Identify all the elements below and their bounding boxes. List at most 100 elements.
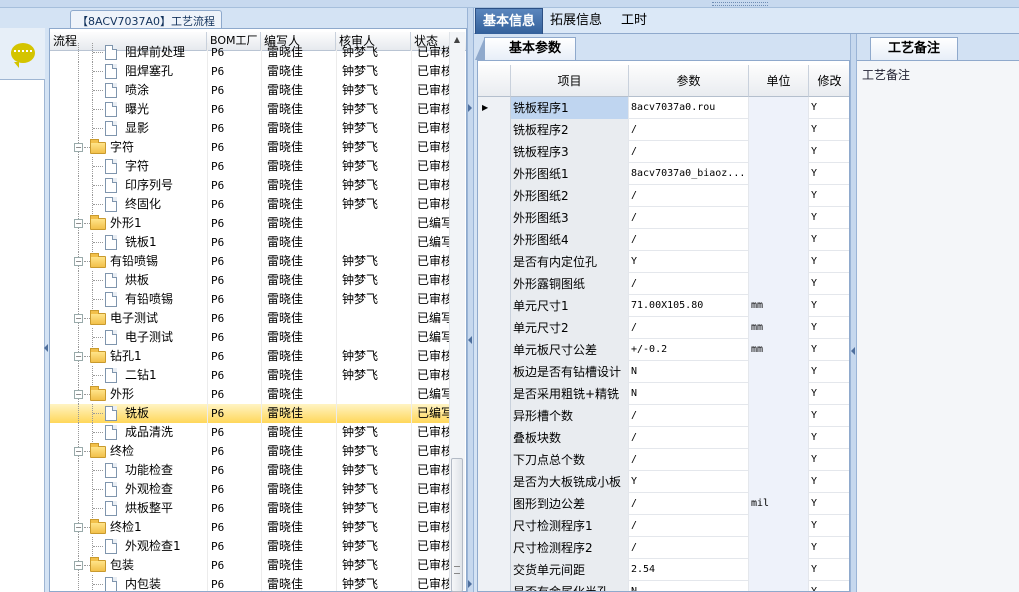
param-unit-cell[interactable] [749,141,809,163]
param-row[interactable]: 是否有金属化半孔 N Y [478,581,849,591]
tree-row[interactable]: 印序列号 P6 雷晓佳 钟梦飞 已审核 [50,176,450,195]
row-selector[interactable] [478,537,511,559]
param-value-cell[interactable]: / [629,317,749,339]
param-unit-cell[interactable] [749,515,809,537]
tree-row[interactable]: 终固化 P6 雷晓佳 钟梦飞 已审核 [50,195,450,214]
param-value-cell[interactable]: / [629,185,749,207]
param-value-cell[interactable]: / [629,537,749,559]
param-editable-cell[interactable]: Y [809,405,849,427]
process-flow-tab[interactable]: 【8ACV7037A0】工艺流程 [70,10,222,28]
param-editable-cell[interactable]: Y [809,515,849,537]
row-selector[interactable] [478,185,511,207]
param-unit-cell[interactable] [749,185,809,207]
param-row[interactable]: 板边是否有钻槽设计 N Y [478,361,849,383]
param-editable-cell[interactable]: Y [809,163,849,185]
param-unit-cell[interactable] [749,581,809,591]
param-unit-cell[interactable] [749,229,809,251]
param-row[interactable]: 是否为大板铣成小板 Y Y [478,471,849,493]
param-unit-cell[interactable] [749,119,809,141]
param-editable-cell[interactable]: Y [809,383,849,405]
row-selector[interactable] [478,317,511,339]
row-selector[interactable] [478,141,511,163]
collapse-toggle-icon[interactable]: − [74,447,83,456]
param-unit-cell[interactable] [749,427,809,449]
param-unit-cell[interactable] [749,449,809,471]
param-value-cell[interactable]: 2.54 [629,559,749,581]
param-unit-cell[interactable] [749,405,809,427]
param-value-cell[interactable]: N [629,361,749,383]
tree-row[interactable]: 外观检查 P6 雷晓佳 钟梦飞 已审核 [50,480,450,499]
param-unit-cell[interactable] [749,97,809,119]
param-value-cell[interactable]: N [629,581,749,591]
param-unit-cell[interactable] [749,207,809,229]
process-notes-area[interactable] [857,60,1019,592]
collapse-toggle-icon[interactable]: − [74,257,83,266]
tree-row[interactable]: 二钻1 P6 雷晓佳 钟梦飞 已审核 [50,366,450,385]
row-selector[interactable] [478,427,511,449]
col-item[interactable]: 项目 [511,65,629,97]
param-value-cell[interactable]: / [629,427,749,449]
param-row[interactable]: 单元尺寸2/mm Y [478,317,849,339]
param-editable-cell[interactable]: Y [809,185,849,207]
param-editable-cell[interactable]: Y [809,581,849,591]
param-unit-cell[interactable]: mm [749,339,809,361]
row-selector[interactable] [478,163,511,185]
param-editable-cell[interactable]: Y [809,537,849,559]
row-selector[interactable] [478,361,511,383]
tree-row[interactable]: − 有铅喷锡 P6 雷晓佳 钟梦飞 已审核 [50,252,450,271]
tab-basic-params[interactable]: 基本参数 [475,37,576,60]
tree-row[interactable]: − 包装 P6 雷晓佳 钟梦飞 已审核 [50,556,450,575]
row-selector[interactable] [478,229,511,251]
tree-row[interactable]: 烘板 P6 雷晓佳 钟梦飞 已审核 [50,271,450,290]
param-row[interactable]: 铣板程序1 8acv7037a0.rou Y [478,97,849,119]
param-value-cell[interactable]: / [629,207,749,229]
param-unit-cell[interactable] [749,163,809,185]
param-row[interactable]: 铣板程序3/ Y [478,141,849,163]
col-param[interactable]: 参数 [629,65,749,97]
tree-row[interactable]: − 电子测试 P6 雷晓佳 已编写 [50,309,450,328]
tree-row[interactable]: − 终检 P6 雷晓佳 钟梦飞 已审核 [50,442,450,461]
collapse-left-icon[interactable] [44,344,48,352]
collapse-toggle-icon[interactable]: − [74,143,83,152]
row-selector[interactable] [478,493,511,515]
tree-row[interactable]: − 字符 P6 雷晓佳 钟梦飞 已审核 [50,138,450,157]
param-row[interactable]: 铣板程序2/ Y [478,119,849,141]
collapse-toggle-icon[interactable]: − [74,219,83,228]
row-selector[interactable] [478,383,511,405]
tree-row[interactable]: 显影 P6 雷晓佳 钟梦飞 已审核 [50,119,450,138]
param-unit-cell[interactable] [749,471,809,493]
param-unit-cell[interactable] [749,273,809,295]
row-selector[interactable] [478,405,511,427]
tree-row[interactable]: − 外形1 P6 雷晓佳 已编写 [50,214,450,233]
tree-row[interactable]: 外观检查1 P6 雷晓佳 钟梦飞 已审核 [50,537,450,556]
tree-row[interactable]: 字符 P6 雷晓佳 钟梦飞 已审核 [50,157,450,176]
param-value-cell[interactable]: / [629,405,749,427]
param-editable-cell[interactable]: Y [809,559,849,581]
tree-row[interactable]: 有铅喷锡 P6 雷晓佳 钟梦飞 已审核 [50,290,450,309]
row-selector[interactable] [478,251,511,273]
row-selector[interactable] [478,515,511,537]
tree-row[interactable]: 内包装 P6 雷晓佳 钟梦飞 已审核 [50,575,450,591]
col-editable[interactable]: 修改 [809,65,849,97]
tree-row[interactable]: 喷涂 P6 雷晓佳 钟梦飞 已审核 [50,81,450,100]
expand-right-icon[interactable] [468,104,472,112]
tree-row[interactable]: − 钻孔1 P6 雷晓佳 钟梦飞 已审核 [50,347,450,366]
param-value-cell[interactable]: / [629,119,749,141]
tree-row[interactable]: 阻焊塞孔 P6 雷晓佳 钟梦飞 已审核 [50,62,450,81]
panel-splitter-left[interactable] [467,8,474,592]
param-unit-cell[interactable] [749,383,809,405]
tree-row[interactable]: − 终检1 P6 雷晓佳 钟梦飞 已审核 [50,518,450,537]
param-value-cell[interactable]: / [629,493,749,515]
param-row[interactable]: 单元尺寸1 71.00X105.80 mm Y [478,295,849,317]
param-row[interactable]: 外形图纸1 8acv7037a0_biaoz... Y [478,163,849,185]
param-value-cell[interactable]: 8acv7037a0.rou [629,97,749,119]
tree-row[interactable]: 烘板整平 P6 雷晓佳 钟梦飞 已审核 [50,499,450,518]
param-editable-cell[interactable]: Y [809,493,849,515]
param-editable-cell[interactable]: Y [809,317,849,339]
collapse-left-icon[interactable] [468,336,472,344]
collapse-left-icon[interactable] [851,347,855,355]
param-editable-cell[interactable]: Y [809,339,849,361]
param-unit-cell[interactable]: mm [749,317,809,339]
tree-row[interactable]: 成品清洗 P6 雷晓佳 钟梦飞 已审核 [50,423,450,442]
param-row[interactable]: 外形图纸3/ Y [478,207,849,229]
